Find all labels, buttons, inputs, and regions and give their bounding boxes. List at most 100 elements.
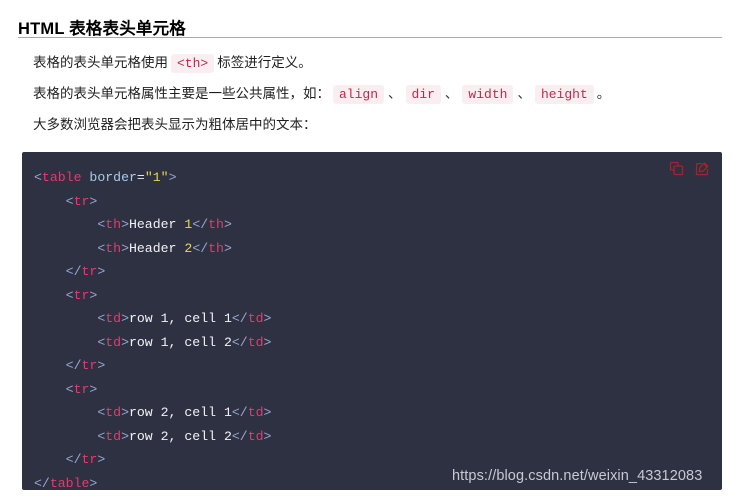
code-token-attr: border — [89, 170, 137, 185]
code-token-tag: th — [105, 217, 122, 232]
code-token-punc: > — [89, 287, 98, 303]
inline-code: dir — [405, 85, 441, 104]
code-token-val: "1" — [144, 170, 169, 185]
code-line: <tr> — [34, 287, 98, 303]
code-line: </tr> — [34, 264, 106, 279]
code-token-text: row 2, cell 1 — [128, 405, 232, 420]
code-block: <table border="1"> <tr> <th>Header 1</th… — [22, 152, 722, 490]
code-token-punc: > — [121, 428, 129, 444]
code-token-punc: </ — [192, 240, 209, 256]
code-token-tag: table — [49, 475, 90, 491]
code-token-punc: < — [65, 193, 74, 209]
code-token-tag: tr — [81, 358, 98, 373]
code-token-punc: > — [168, 170, 177, 185]
code-token-punc: > — [97, 452, 106, 467]
paragraph: 大多数浏览器会把表头显示为粗体居中的文本： — [18, 110, 722, 140]
title-divider — [18, 37, 722, 38]
paragraph-text: 表格的表头单元格使用 — [33, 55, 168, 70]
code-token-tag: td — [247, 311, 264, 326]
code-block-actions — [669, 161, 710, 176]
inline-code: height — [534, 85, 594, 104]
code-token-tag: tr — [73, 381, 90, 397]
code-line: <td>row 1, cell 1</td> — [34, 311, 271, 326]
code-token-punc: > — [89, 193, 98, 209]
list-separator: 、 — [388, 86, 402, 101]
inline-code: width — [462, 85, 514, 104]
code-token-punc: </ — [65, 358, 82, 373]
code-line: </tr> — [34, 452, 106, 467]
paragraph: 表格的表头单元格属性主要是一些公共属性，如： align、 dir、 width、 he… — [18, 79, 722, 110]
code-token-tag: table — [41, 170, 82, 185]
code-token-punc: > — [223, 217, 232, 232]
code-token-punc: </ — [192, 217, 209, 232]
list-separator: 、 — [517, 86, 531, 101]
code-token-tag: td — [105, 334, 122, 350]
paragraph-text: 表格的表头单元格属性主要是一些公共属性，如： — [33, 86, 330, 101]
code-token-tag: td — [105, 405, 122, 420]
inline-code: align — [333, 85, 385, 104]
code-token-text: row 2, cell 2 — [128, 428, 232, 444]
code-token-punc: > — [121, 334, 129, 350]
code-token-tag: tr — [73, 287, 90, 303]
code-token-tag: td — [247, 334, 264, 350]
code-token-tag: td — [105, 428, 122, 444]
article-body: 表格的表头单元格使用 <th> 标签进行定义。 表格的表头单元格属性主要是一些公共属… — [18, 48, 722, 140]
code-token-punc: > — [263, 428, 272, 444]
code-line: <td>row 1, cell 2</td> — [34, 335, 271, 350]
code-token-punc: > — [121, 240, 129, 256]
code-line: <th>Header 1</th> — [34, 217, 232, 232]
code-line: </table> — [34, 476, 97, 491]
code-token-tag: th — [105, 240, 122, 256]
code-token-punc: > — [263, 405, 272, 420]
code-token-eq: = — [136, 170, 145, 185]
code-token-punc: > — [121, 311, 129, 326]
code-token-punc: </ — [231, 405, 248, 420]
paragraph-text: 。 — [596, 86, 611, 101]
watermark: https://blog.csdn.net/weixin_43312083 — [452, 468, 703, 484]
code-token-tag: tr — [81, 264, 98, 279]
code-token-punc: < — [65, 381, 74, 397]
inline-code: <th> — [171, 54, 215, 73]
code-token-punc: > — [263, 334, 272, 350]
code-line: <table border="1"> — [34, 170, 177, 185]
code-token-punc: > — [263, 311, 272, 326]
code-token-punc: </ — [34, 475, 50, 491]
code-token-punc: </ — [65, 264, 82, 279]
code-token-text: Header — [128, 217, 185, 232]
code-line: </tr> — [34, 358, 106, 373]
paragraph: 表格的表头单元格使用 <th> 标签进行定义。 — [18, 48, 722, 79]
code-token-punc: > — [121, 217, 129, 232]
list-separator: 、 — [444, 86, 459, 101]
code-token-punc: </ — [231, 334, 248, 350]
code-line: <th>Header 2</th> — [34, 241, 232, 256]
code-token-punc: </ — [65, 452, 82, 467]
code-token-text: row 1, cell 1 — [128, 311, 232, 326]
code-token-tag: tr — [81, 452, 98, 467]
code-token-punc: > — [121, 405, 129, 420]
code-token-punc: < — [34, 170, 42, 185]
page-title: HTML 表格表头单元格 — [18, 20, 187, 39]
code-content[interactable]: <table border="1"> <tr> <th>Header 1</th… — [22, 152, 722, 490]
code-token-tag: td — [105, 311, 122, 326]
code-line: <tr> — [34, 381, 98, 397]
paragraph-text: 大多数浏览器会把表头显示为粗体居中的文本： — [33, 117, 317, 132]
code-token-punc: > — [89, 475, 98, 491]
code-line: <td>row 2, cell 1</td> — [34, 405, 271, 420]
copy-icon[interactable] — [669, 161, 684, 176]
code-line: <tr> — [34, 193, 98, 209]
code-token-text: row 1, cell 2 — [128, 334, 232, 350]
code-token-tag: td — [247, 405, 264, 420]
code-token-tag: th — [208, 240, 224, 256]
code-token-punc: < — [65, 287, 74, 303]
code-token-text: Header — [128, 240, 185, 256]
code-line: <td>row 2, cell 2</td> — [34, 429, 271, 444]
code-token-punc: > — [89, 381, 98, 397]
code-token-punc: > — [223, 240, 232, 256]
code-token-punc: > — [97, 358, 106, 373]
code-token-tag: tr — [73, 193, 90, 209]
edit-icon[interactable] — [695, 161, 710, 176]
code-token-punc: </ — [231, 428, 248, 444]
code-token-punc: > — [97, 264, 106, 279]
code-token-punc: </ — [231, 311, 248, 326]
paragraph-text: 标签进行定义。 — [217, 55, 312, 70]
